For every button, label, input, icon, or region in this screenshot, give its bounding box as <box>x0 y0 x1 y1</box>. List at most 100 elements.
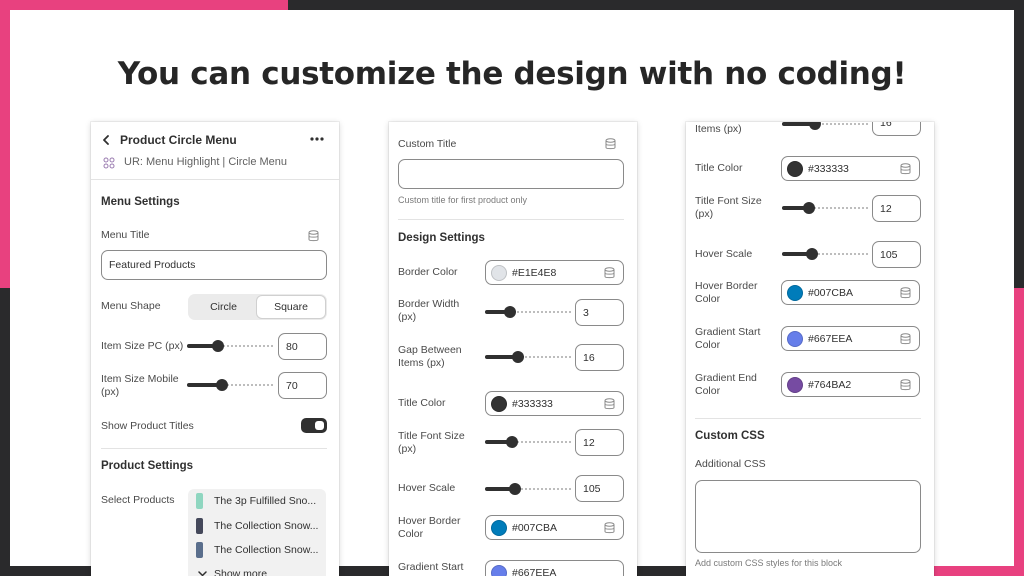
page-headline: You can customize the design with no cod… <box>117 56 907 92</box>
title-color-picker[interactable]: #333333 <box>781 156 920 181</box>
hover-scale-input[interactable]: 105 <box>575 475 624 502</box>
frame-left-dark <box>0 288 10 576</box>
show-more-label: Show more <box>214 567 268 576</box>
border-width-label: Border Width (px) <box>398 298 460 323</box>
database-icon[interactable] <box>900 163 911 175</box>
color-swatch <box>491 264 507 281</box>
product-thumbnail <box>196 542 203 559</box>
gradient-end-color-picker[interactable]: #764BA2 <box>781 372 920 397</box>
title-color-value: #333333 <box>512 397 553 410</box>
frame-top-left-accent <box>0 0 288 10</box>
item-size-mobile-slider[interactable] <box>187 379 273 391</box>
item-size-mobile-input[interactable]: 70 <box>278 372 327 399</box>
more-horizontal-icon[interactable] <box>310 137 324 141</box>
gap-between-items-input[interactable]: 16 <box>872 122 921 136</box>
title-font-size-label: Title Font Size (px) <box>398 430 465 455</box>
database-icon[interactable] <box>604 267 615 279</box>
item-size-pc-input[interactable]: 80 <box>278 333 327 360</box>
chevron-left-icon[interactable] <box>102 135 110 145</box>
title-font-size-slider[interactable] <box>485 436 571 448</box>
border-color-picker[interactable]: #E1E4E8 <box>485 260 624 285</box>
select-products-label: Select Products <box>101 494 175 506</box>
database-icon[interactable] <box>900 333 911 345</box>
product-item[interactable]: The 3p Fulfilled Sno... <box>188 489 326 514</box>
product-item[interactable]: The Collection Snow... <box>188 514 326 539</box>
border-color-label: Border Color <box>398 266 458 278</box>
chevron-down-icon <box>198 570 207 576</box>
design-settings-heading: Design Settings <box>398 232 485 244</box>
color-swatch <box>491 564 507 576</box>
custom-css-heading: Custom CSS <box>695 430 765 442</box>
product-thumbnail <box>196 517 203 534</box>
gap-between-items-slider[interactable] <box>782 122 868 130</box>
selected-products-list: The 3p Fulfilled Sno... The Collection S… <box>188 489 326 576</box>
gap-between-items-slider[interactable] <box>485 351 571 363</box>
color-swatch <box>491 519 507 536</box>
database-icon[interactable] <box>900 379 911 391</box>
additional-css-hint: Add custom CSS styles for this block <box>695 558 843 568</box>
menu-shape-segmented: Circle Square <box>188 294 327 320</box>
additional-css-textarea[interactable] <box>695 480 921 553</box>
menu-shape-circle-option[interactable]: Circle <box>190 296 257 318</box>
hover-border-color-picker[interactable]: #007CBA <box>485 515 624 540</box>
database-icon[interactable] <box>900 287 911 299</box>
database-icon[interactable] <box>605 138 616 150</box>
custom-title-label: Custom Title <box>398 138 457 150</box>
border-width-input[interactable]: 3 <box>575 299 624 326</box>
title-color-picker[interactable]: #333333 <box>485 391 624 416</box>
block-grid-icon <box>103 157 115 169</box>
hover-scale-slider[interactable] <box>485 483 571 495</box>
color-swatch <box>787 376 803 393</box>
menu-shape-label: Menu Shape <box>101 300 161 312</box>
frame-left-pink <box>0 0 10 288</box>
item-size-pc-slider[interactable] <box>187 340 273 352</box>
database-icon[interactable] <box>604 522 615 534</box>
gradient-end-color-label: Gradient End Color <box>695 372 757 397</box>
hover-border-color-value: #007CBA <box>808 286 853 299</box>
gradient-start-color-label: Gradient Start Color <box>695 326 761 351</box>
items-px-label: Items (px) <box>695 123 742 135</box>
gradient-start-label: Gradient Start <box>398 561 464 573</box>
frame-right-dark <box>1014 0 1024 288</box>
hover-border-color-label: Hover Border Color <box>695 280 758 305</box>
gradient-start-color-picker[interactable]: #667EEA <box>485 560 624 576</box>
custom-title-hint: Custom title for first product only <box>398 195 528 205</box>
product-item[interactable]: The Collection Snow... <box>188 538 326 563</box>
hover-border-color-picker[interactable]: #007CBA <box>781 280 920 305</box>
gradient-start-color-picker[interactable]: #667EEA <box>781 326 920 351</box>
hover-border-color-value: #007CBA <box>512 521 557 534</box>
database-icon[interactable] <box>308 230 319 242</box>
show-product-titles-toggle[interactable] <box>301 418 327 433</box>
title-font-size-slider[interactable] <box>782 202 868 214</box>
gradient-start-color-value: #667EEA <box>808 332 853 345</box>
settings-panel-design-continued: Items (px) 16 Title Color #333333 Title … <box>686 122 934 576</box>
title-font-size-input[interactable]: 12 <box>872 195 921 222</box>
title-color-label: Title Color <box>398 397 446 409</box>
border-width-slider[interactable] <box>485 306 571 318</box>
custom-title-input[interactable] <box>398 159 624 189</box>
color-swatch <box>787 284 803 301</box>
title-color-value: #333333 <box>808 162 849 175</box>
color-swatch <box>491 395 507 412</box>
divider <box>101 448 327 449</box>
gap-between-items-input[interactable]: 16 <box>575 344 624 371</box>
settings-panel-menu: Product Circle Menu UR: Menu Highlight |… <box>91 122 339 576</box>
menu-shape-square-option[interactable]: Square <box>257 296 325 318</box>
show-product-titles-label: Show Product Titles <box>101 420 194 432</box>
menu-title-input[interactable]: Featured Products <box>101 250 327 280</box>
title-font-size-label: Title Font Size (px) <box>695 195 762 220</box>
divider <box>398 219 624 220</box>
hover-scale-slider[interactable] <box>782 248 868 260</box>
color-swatch <box>787 160 803 177</box>
product-thumbnail <box>196 493 203 510</box>
hover-scale-label: Hover Scale <box>398 482 456 494</box>
menu-settings-heading: Menu Settings <box>101 196 180 208</box>
item-size-mobile-label: Item Size Mobile (px) <box>101 373 179 398</box>
title-font-size-input[interactable]: 12 <box>575 429 624 456</box>
panel-title: Product Circle Menu <box>120 133 237 147</box>
hover-scale-input[interactable]: 105 <box>872 241 921 268</box>
show-more-button[interactable]: Show more <box>188 563 326 576</box>
gradient-end-color-value: #764BA2 <box>808 378 852 391</box>
gap-between-items-label: Gap Between Items (px) <box>398 344 462 369</box>
database-icon[interactable] <box>604 398 615 410</box>
